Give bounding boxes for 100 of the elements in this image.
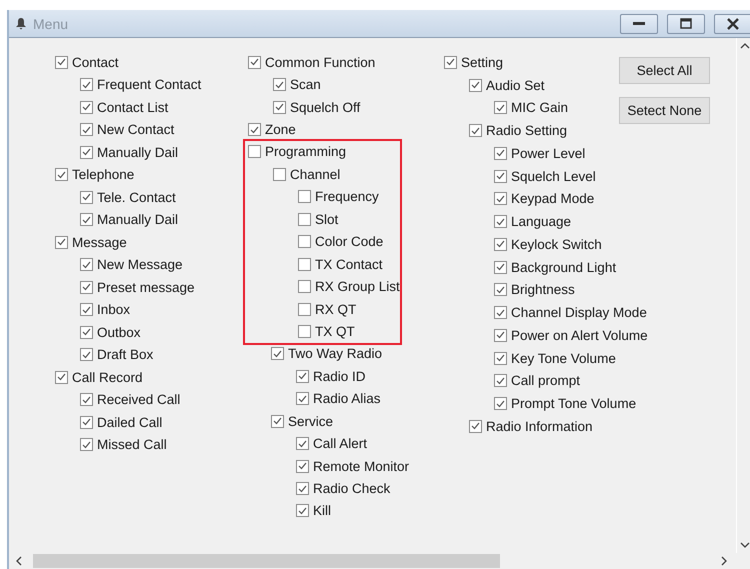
checkbox[interactable] bbox=[80, 438, 93, 452]
checkbox[interactable] bbox=[296, 392, 309, 406]
checkbox[interactable] bbox=[296, 482, 309, 496]
checkbox[interactable] bbox=[248, 123, 261, 136]
checkbox[interactable] bbox=[80, 326, 93, 339]
check-mark-icon bbox=[496, 149, 505, 158]
checkbox[interactable] bbox=[494, 328, 507, 342]
checkbox-label: Dailed Call bbox=[97, 414, 162, 430]
checkbox[interactable] bbox=[80, 258, 93, 272]
checkbox[interactable] bbox=[248, 56, 261, 69]
checkbox[interactable] bbox=[298, 190, 311, 204]
command-button[interactable]: Setect None bbox=[619, 97, 710, 124]
minimize-button[interactable] bbox=[620, 14, 658, 34]
checkbox-label: Language bbox=[511, 214, 572, 230]
checkbox[interactable] bbox=[273, 168, 286, 181]
checkbox-label: Message bbox=[72, 234, 127, 250]
checkbox-label: Draft Box bbox=[97, 347, 154, 362]
checkbox[interactable] bbox=[298, 212, 311, 226]
close-button[interactable] bbox=[714, 14, 750, 34]
check-mark-icon bbox=[82, 418, 91, 426]
checkbox[interactable] bbox=[494, 283, 507, 296]
checkbox[interactable] bbox=[298, 280, 311, 294]
check-mark-icon bbox=[496, 376, 505, 385]
check-mark-icon bbox=[496, 218, 505, 226]
checkbox[interactable] bbox=[494, 238, 507, 251]
checkbox[interactable] bbox=[273, 78, 286, 92]
checkbox[interactable] bbox=[494, 397, 507, 410]
checkbox[interactable] bbox=[469, 124, 482, 138]
check-mark-icon bbox=[446, 58, 455, 66]
check-mark-icon bbox=[250, 126, 259, 134]
checkbox-label: Telephone bbox=[72, 167, 134, 182]
checkbox[interactable] bbox=[80, 78, 93, 92]
scroll-down-icon[interactable] bbox=[740, 541, 750, 549]
checkbox[interactable] bbox=[80, 416, 93, 429]
checkbox-label: Slot bbox=[315, 212, 338, 227]
check-mark-icon bbox=[250, 58, 259, 66]
checkbox-label: Manually Dail bbox=[97, 144, 178, 160]
checkbox[interactable] bbox=[494, 352, 507, 365]
check-mark-icon bbox=[496, 194, 505, 203]
checkbox-label: Inbox bbox=[97, 302, 130, 318]
check-mark-icon bbox=[82, 283, 91, 292]
scroll-up-icon[interactable] bbox=[740, 42, 750, 50]
checkbox[interactable] bbox=[296, 504, 309, 518]
check-mark-icon bbox=[471, 126, 480, 135]
checkbox-label: Call Alert bbox=[313, 436, 368, 452]
checkbox-label: Scan bbox=[290, 77, 321, 92]
checkbox-label: Audio Set bbox=[486, 78, 545, 93]
checkbox[interactable] bbox=[80, 213, 93, 226]
checkbox[interactable] bbox=[80, 393, 93, 406]
checkbox-label: Common Function bbox=[265, 54, 376, 70]
checkbox[interactable] bbox=[298, 302, 311, 316]
command-button[interactable]: Select All bbox=[619, 57, 710, 84]
check-mark-icon bbox=[496, 263, 505, 272]
checkbox[interactable] bbox=[298, 235, 311, 248]
checkbox[interactable] bbox=[80, 123, 93, 136]
checkbox[interactable] bbox=[296, 370, 309, 383]
check-mark-icon bbox=[298, 394, 307, 403]
checkbox[interactable] bbox=[494, 215, 507, 228]
checkbox[interactable] bbox=[80, 190, 93, 204]
checkbox[interactable] bbox=[55, 56, 68, 69]
checkbox[interactable] bbox=[55, 168, 68, 182]
checkbox[interactable] bbox=[298, 324, 311, 338]
check-mark-icon bbox=[57, 170, 66, 179]
scrollbar-thumb[interactable] bbox=[33, 554, 500, 568]
checkbox[interactable] bbox=[271, 414, 284, 428]
checkbox[interactable] bbox=[296, 460, 309, 473]
checkbox[interactable] bbox=[55, 236, 68, 249]
check-mark-icon bbox=[471, 81, 480, 90]
checkbox-label: Programming bbox=[265, 144, 346, 160]
checkbox[interactable] bbox=[80, 280, 93, 294]
checkbox[interactable] bbox=[248, 145, 261, 158]
check-mark-icon bbox=[298, 372, 307, 380]
checkbox[interactable] bbox=[494, 170, 507, 183]
checkbox[interactable] bbox=[273, 100, 286, 114]
check-mark-icon bbox=[471, 422, 480, 430]
checkbox[interactable] bbox=[494, 306, 507, 320]
check-mark-icon bbox=[496, 331, 505, 340]
check-mark-icon bbox=[298, 484, 307, 493]
checkbox-label: TX QT bbox=[315, 324, 355, 339]
checkbox[interactable] bbox=[296, 437, 309, 450]
checkbox[interactable] bbox=[271, 347, 284, 360]
checkbox[interactable] bbox=[444, 56, 457, 69]
checkbox[interactable] bbox=[298, 258, 311, 271]
checkbox[interactable] bbox=[80, 303, 93, 316]
checkbox[interactable] bbox=[55, 370, 68, 384]
checkbox[interactable] bbox=[494, 374, 507, 388]
maximize-button[interactable] bbox=[667, 14, 705, 34]
checkbox-label: Frequency bbox=[315, 189, 379, 204]
checkbox[interactable] bbox=[469, 78, 482, 92]
checkbox[interactable] bbox=[494, 146, 507, 160]
checkbox-label: Color Code bbox=[315, 234, 384, 250]
checkbox-label: Keypad Mode bbox=[511, 191, 594, 206]
checkbox[interactable] bbox=[494, 192, 507, 206]
checkbox[interactable] bbox=[469, 420, 482, 433]
check-mark-icon bbox=[57, 58, 66, 66]
checkbox[interactable] bbox=[80, 348, 93, 362]
checkbox[interactable] bbox=[80, 100, 93, 114]
checkbox[interactable] bbox=[80, 146, 93, 159]
checkbox[interactable] bbox=[494, 101, 507, 114]
checkbox[interactable] bbox=[494, 260, 507, 274]
